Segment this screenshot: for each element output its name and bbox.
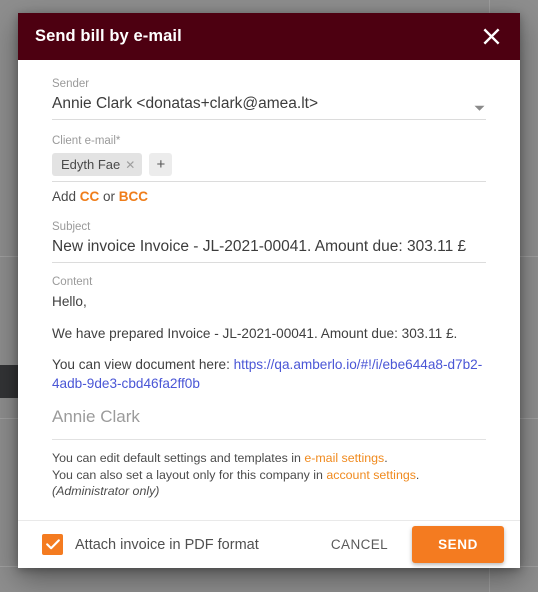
sender-underline [52,119,486,120]
content-link-line: You can view document here: https://qa.a… [52,355,486,393]
send-bill-dialog: Send bill by e-mail Sender Annie Clark <… [18,13,520,568]
content-link-prefix: You can view document here: [52,357,234,372]
cc-bcc-prefix: Add [52,189,80,204]
backdrop-highlighted-row [0,365,20,398]
subject-label: Subject [52,221,91,233]
recipient-chip-label: Edyth Fae [61,157,121,172]
add-cc-link[interactable]: CC [80,189,100,204]
note-line2-prefix: You can also set a layout only for this … [52,467,327,482]
content-divider [52,439,486,440]
cc-bcc-row: Add CC or BCC [52,188,486,206]
dialog-footer: Attach invoice in PDF format CANCEL SEND [18,520,520,568]
sender-field[interactable]: Sender Annie Clark <donatas+clark@amea.l… [52,77,486,120]
content-field[interactable]: Content Hello, We have prepared Invoice … [52,275,486,500]
client-email-field[interactable]: Client e-mail* Edyth Fae ✕ + Add CC or B… [52,134,486,206]
content-label: Content [52,276,93,288]
cancel-button[interactable]: CANCEL [317,529,402,560]
chevron-down-icon[interactable] [472,97,486,119]
note-line2-suffix: . [415,467,420,482]
subject-underline [52,262,486,263]
note-line1-suffix: . [384,451,388,465]
sender-label: Sender [52,78,90,90]
attach-pdf-checkbox[interactable]: Attach invoice in PDF format [42,534,259,555]
send-button[interactable]: SEND [412,526,504,563]
note-line1-prefix: You can edit default settings and templa… [52,451,305,465]
content-signature: Annie Clark [52,407,140,426]
subject-field[interactable]: Subject New invoice Invoice - JL-2021-00… [52,220,486,263]
cc-bcc-middle: or [99,189,119,204]
add-recipient-button[interactable]: + [149,153,173,176]
note-line3: (Administrator only) [52,484,160,498]
content-greeting: Hello, [52,294,87,309]
email-settings-link[interactable]: e-mail settings [304,451,384,465]
sender-select[interactable]: Annie Clark <donatas+clark@amea.lt> [52,93,486,119]
sender-value: Annie Clark <donatas+clark@amea.lt> [52,95,319,112]
attach-pdf-label: Attach invoice in PDF format [75,536,259,553]
close-icon[interactable]: ✕ [125,159,135,171]
check-icon[interactable] [42,534,63,555]
content-body-line: We have prepared Invoice - JL-2021-00041… [52,326,458,341]
client-email-underline [52,181,486,182]
settings-note: You can edit default settings and templa… [52,450,486,500]
subject-value[interactable]: New invoice Invoice - JL-2021-00041. Amo… [52,236,486,262]
recipient-chip[interactable]: Edyth Fae ✕ [52,153,143,176]
client-email-label: Client e-mail* [52,135,121,147]
close-icon[interactable] [476,22,506,52]
dialog-body: Sender Annie Clark <donatas+clark@amea.l… [18,60,520,520]
recipient-chip-list: Edyth Fae ✕ + [52,150,486,181]
dialog-title: Send bill by e-mail [35,27,182,45]
dialog-header: Send bill by e-mail [18,13,520,60]
account-settings-link[interactable]: account settings [326,468,416,482]
add-bcc-link[interactable]: BCC [119,189,148,204]
